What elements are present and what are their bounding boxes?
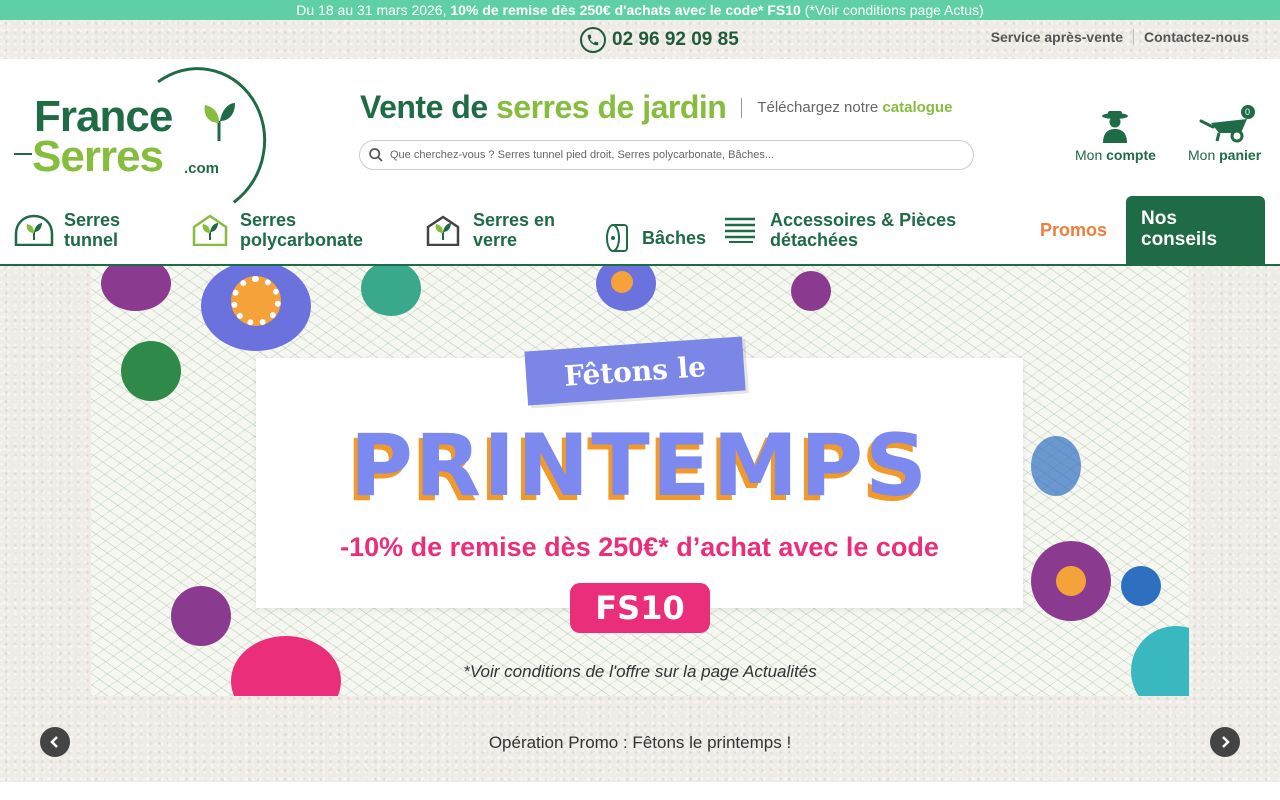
utility-links: Service après-vente Contactez-nous — [981, 29, 1259, 45]
nav-item-serres-polycarbonate[interactable]: Serres polycarbonate — [190, 210, 363, 250]
phone-icon — [580, 27, 606, 53]
nav-item-serres-tunnel[interactable]: Serres tunnel — [14, 210, 120, 250]
logo-line3: .com — [184, 160, 220, 177]
nav-item-accessoires[interactable]: Accessoires & Pièces détachées — [720, 210, 956, 250]
banner-subline: -10% de remise dès 250€* d’achat avec le… — [340, 532, 939, 562]
chevron-right-icon — [1222, 736, 1230, 748]
nav-line1: Accessoires & Pièces — [770, 210, 957, 230]
phone-link[interactable]: 02 96 92 09 85 — [580, 26, 739, 54]
promo-suffix: (*Voir conditions page Actus) — [800, 2, 984, 18]
nav-line2: détachées — [770, 230, 859, 250]
flower-decoration — [1031, 436, 1081, 496]
flower-decoration — [791, 271, 831, 311]
promo-offer: 10% de remise dès 250€ d'achats avec le … — [450, 2, 801, 18]
nav-label: Serres polycarbonate — [240, 210, 363, 250]
logo-line2: Serres — [32, 132, 164, 181]
after-sales-link[interactable]: Service après-vente — [981, 29, 1133, 45]
nav-line1: Serres en — [473, 210, 556, 230]
nav-line1: Serres — [240, 210, 297, 230]
nav-item-serres-verre[interactable]: Serres en verre — [423, 210, 555, 250]
flower-decoration — [171, 586, 231, 646]
cart-link[interactable]: 0 Mon panier — [1188, 105, 1262, 163]
tagline-part1: Vente de — [360, 89, 496, 125]
nav-label: Serres en verre — [473, 210, 555, 250]
promo-prefix: Du 18 au 31 mars 2026, — [296, 2, 451, 18]
catalog-prefix: Téléchargez notre — [757, 99, 883, 116]
utility-bar: 02 96 92 09 85 Service après-vente Conta… — [0, 20, 1280, 59]
contact-link[interactable]: Contactez-nous — [1133, 29, 1259, 45]
cart-icon-wrap: 0 — [1199, 105, 1255, 143]
content-strip — [0, 782, 1280, 800]
conseils-line1: Nos — [1141, 208, 1177, 229]
nav-item-promos[interactable]: Promos — [1040, 220, 1107, 241]
carousel-next-button[interactable] — [1210, 727, 1240, 757]
cart-label: panier — [1219, 147, 1262, 163]
banner-conditions: *Voir conditions de l'offre sur la page … — [463, 662, 817, 681]
flower-decoration — [1056, 566, 1086, 596]
leaf-icon — [204, 103, 235, 141]
nav-line2: polycarbonate — [240, 230, 364, 250]
nav-label: Bâches — [642, 228, 707, 248]
nav-line2: verre — [473, 230, 518, 250]
phone-number: 02 96 92 09 85 — [612, 29, 739, 50]
nav-label: Serres tunnel — [64, 210, 120, 250]
nav-line1: Serres — [64, 210, 121, 230]
conseils-line2: conseils — [1141, 229, 1218, 250]
tagline-part2: serres de jardin — [496, 89, 727, 125]
accessories-icon — [720, 212, 760, 248]
logo-dash — [14, 153, 32, 155]
search-icon[interactable] — [368, 147, 384, 163]
search-input[interactable] — [390, 149, 950, 161]
promo-banner[interactable]: Fêtons le PRINTEMPS -10% de remise dès 2… — [91, 266, 1189, 696]
tagline: Vente de serres de jardin Téléchargez no… — [360, 89, 952, 126]
tagline-separator — [741, 97, 743, 118]
carousel-caption: Opération Promo : Fêtons le printemps ! — [488, 733, 792, 752]
search-bar — [359, 140, 974, 170]
nav-line2: tunnel — [64, 230, 118, 250]
promo-code-badge: FS10 — [570, 583, 710, 633]
catalog-label: catalogue — [882, 99, 953, 116]
tagline-title: Vente de serres de jardin — [360, 89, 727, 126]
cart-prefix: Mon — [1188, 147, 1220, 163]
glass-greenhouse-icon — [423, 212, 463, 248]
promo-bar: Du 18 au 31 mars 2026, 10% de remise dès… — [0, 0, 1280, 20]
nav-item-conseils[interactable]: Nos conseils — [1126, 196, 1265, 266]
catalog-link[interactable]: Téléchargez notre catalogue — [757, 99, 952, 116]
site-header: France Serres .com Vente de serres de ja… — [0, 55, 1280, 266]
flower-decoration — [611, 271, 633, 293]
cart-count-badge: 0 — [1240, 105, 1255, 119]
flower-decoration — [121, 341, 181, 401]
account-label: compte — [1106, 147, 1156, 163]
polycarbonate-icon — [190, 212, 230, 248]
site-logo[interactable]: France Serres .com — [14, 55, 278, 229]
banner-headline: PRINTEMPS — [349, 416, 930, 516]
tarp-roll-icon — [602, 220, 632, 256]
main-nav: Serres tunnel Serres polycarbonate Serres … — [0, 196, 1280, 266]
nav-label: Accessoires & Pièces détachées — [770, 210, 956, 250]
account-prefix: Mon — [1075, 147, 1107, 163]
user-icon — [1102, 111, 1129, 143]
tunnel-icon — [14, 212, 54, 248]
nav-item-baches[interactable]: Bâches — [602, 220, 706, 256]
flower-decoration — [231, 276, 281, 326]
flower-decoration — [1121, 566, 1161, 606]
account-link[interactable]: Mon compte — [1075, 109, 1156, 163]
